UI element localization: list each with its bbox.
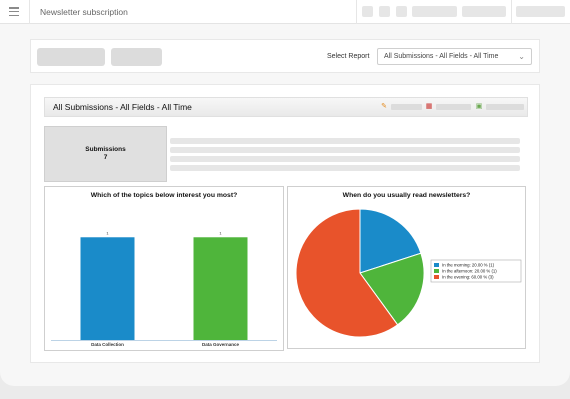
- toolbar-button[interactable]: [516, 6, 565, 17]
- x-tick-label: Data Collection: [91, 342, 124, 347]
- report-select[interactable]: All Submissions - All Fields - All Time …: [377, 48, 532, 65]
- app-title: Newsletter subscription: [40, 7, 128, 17]
- bar-value-label: 1: [219, 230, 222, 235]
- bar: [80, 237, 135, 340]
- pie-chart: In the morning: 20.00 % (1)In the aftern…: [295, 208, 522, 338]
- toolbar-icon-button[interactable]: [362, 6, 373, 17]
- toolbar-button[interactable]: [412, 6, 457, 17]
- submissions-count: 7: [103, 154, 108, 161]
- export-action[interactable]: ▣: [475, 103, 524, 111]
- report-header: All Submissions - All Fields - All Time …: [44, 97, 528, 117]
- legend-swatch: [434, 263, 439, 267]
- legend-swatch: [434, 269, 439, 273]
- pie-chart-panel: When do you usually read newsletters? In…: [287, 186, 526, 349]
- bar: [193, 237, 248, 340]
- action-button[interactable]: [37, 48, 105, 66]
- chevron-down-icon: ⌄: [518, 52, 525, 61]
- report-title: All Submissions - All Fields - All Time: [53, 102, 192, 112]
- placeholder-line: [170, 165, 520, 171]
- page: Newsletter subscription Select Report Al…: [0, 0, 570, 386]
- edit-action[interactable]: ✎: [380, 103, 422, 111]
- legend-label: In the morning: 20.00 % (1): [442, 263, 495, 268]
- placeholder-line: [170, 147, 520, 153]
- submissions-summary: Submissions 7: [44, 126, 167, 182]
- bar-value-label: 1: [106, 230, 109, 235]
- pdf-icon: ▦: [425, 103, 433, 110]
- action-button[interactable]: [111, 48, 162, 66]
- placeholder-line: [170, 138, 520, 144]
- bar-chart: 1 Data Collection 1 Data Governance: [51, 230, 277, 347]
- toolbar-button[interactable]: [462, 6, 506, 17]
- hamburger-menu-icon[interactable]: [9, 7, 19, 16]
- pencil-icon: ✎: [381, 103, 387, 110]
- x-tick-label: Data Governance: [202, 342, 240, 347]
- pdf-action[interactable]: ▦: [425, 103, 471, 111]
- export-icon: ▣: [475, 103, 483, 110]
- top-bar: Newsletter subscription: [0, 0, 570, 24]
- bar-chart-panel: Which of the topics below interest you m…: [44, 186, 284, 351]
- legend-label: In the evening: 60.00 % (3): [442, 275, 494, 280]
- toolbar-icon-button[interactable]: [396, 6, 407, 17]
- placeholder-line: [170, 156, 520, 162]
- legend-swatch: [434, 275, 439, 279]
- report-select-value: All Submissions - All Fields - All Time: [384, 53, 499, 60]
- toolbar-icon-button[interactable]: [379, 6, 390, 17]
- select-report-label: Select Report: [327, 53, 370, 60]
- legend-label: In the afternoon: 20.00 % (1): [442, 269, 497, 274]
- submissions-label: Submissions: [85, 146, 126, 153]
